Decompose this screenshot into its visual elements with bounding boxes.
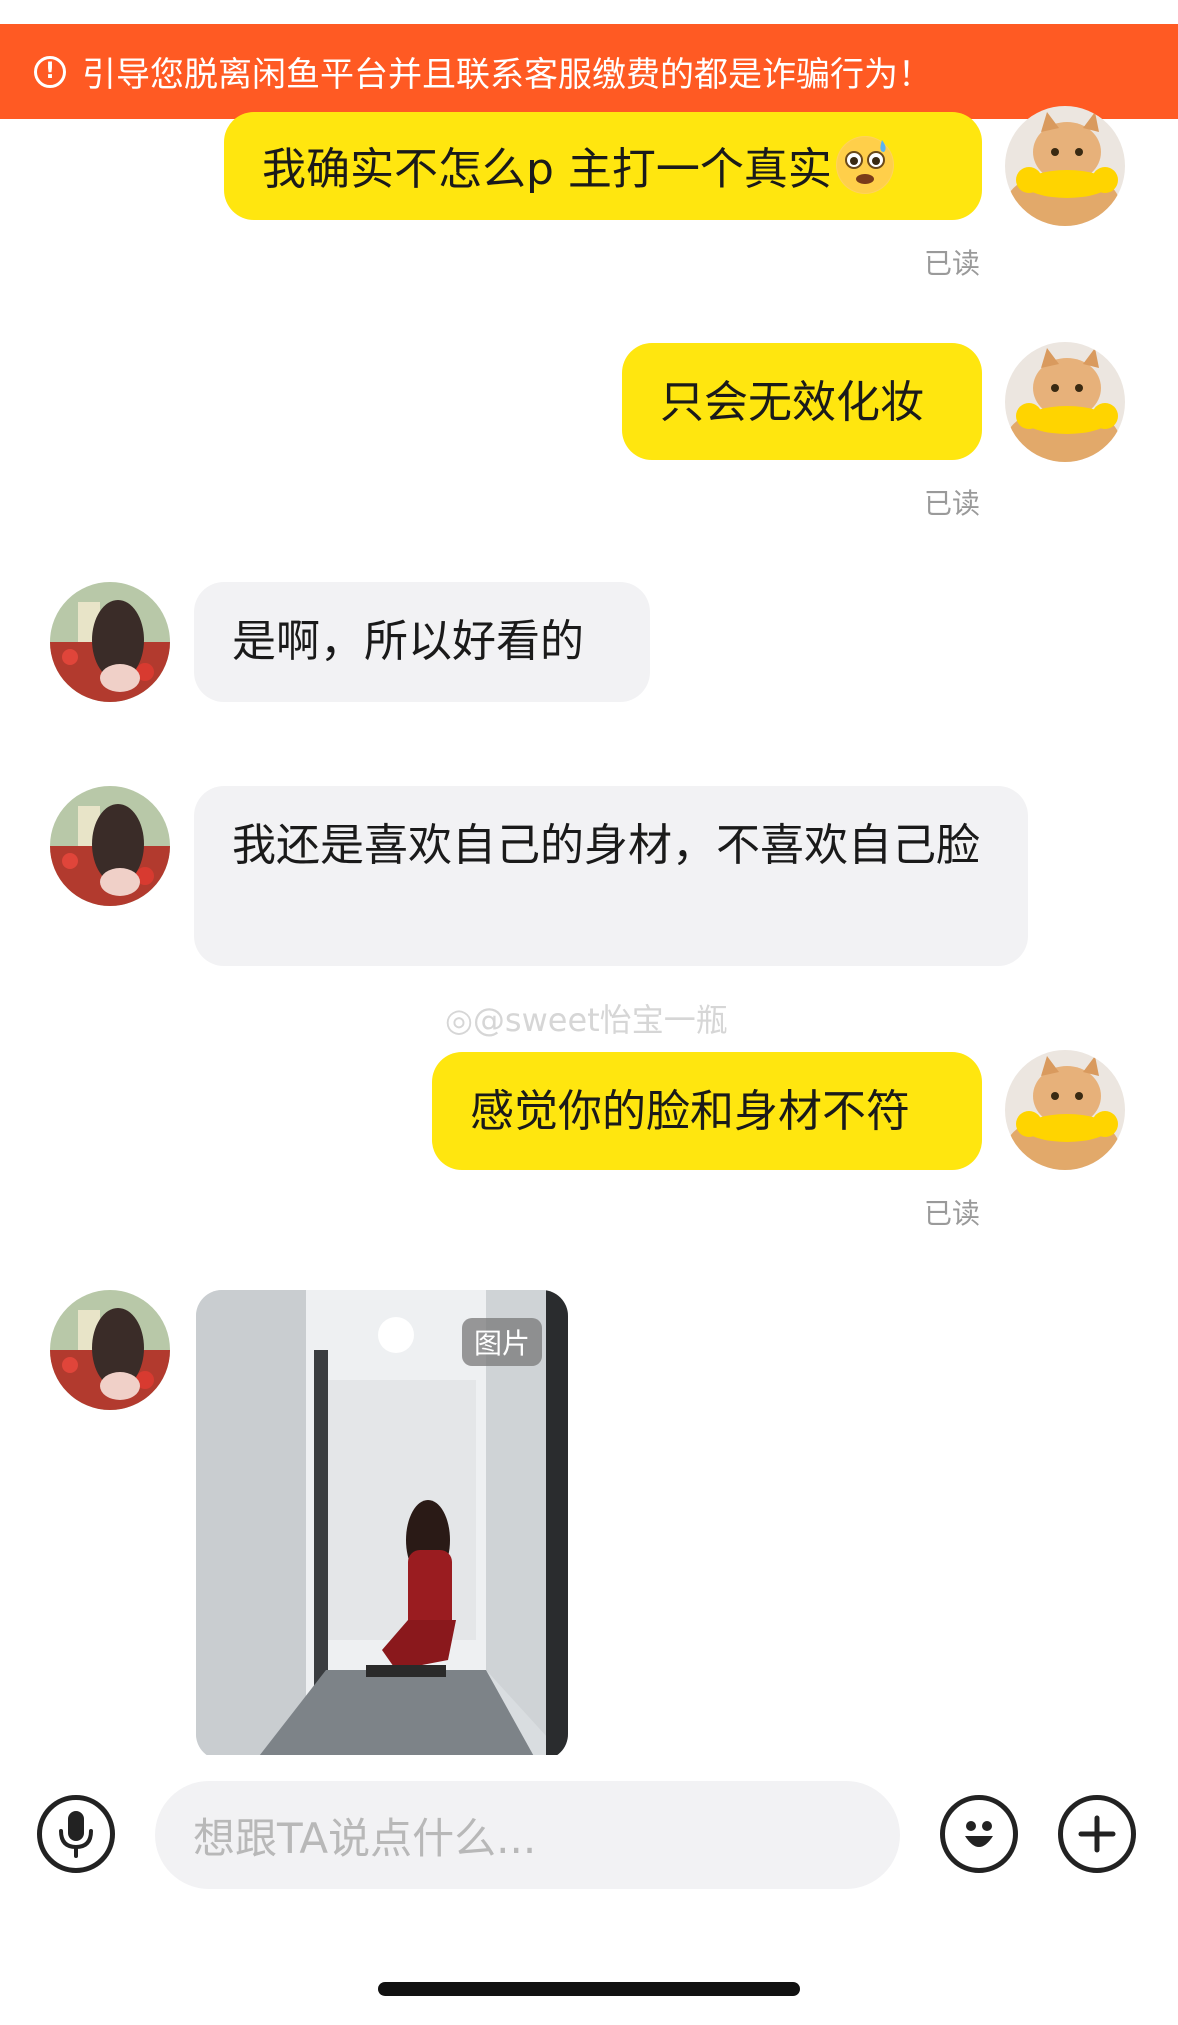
my-avatar-cat[interactable] (1005, 342, 1125, 462)
read-status: 已读 (924, 247, 981, 280)
image-tag: 图片 (461, 1318, 542, 1366)
home-indicator[interactable] (378, 1982, 800, 1996)
read-status: 已读 (924, 487, 981, 520)
contact-avatar[interactable] (50, 582, 170, 702)
smiley-icon (965, 1821, 993, 1847)
more-button[interactable] (1058, 1795, 1136, 1873)
my-avatar-cat[interactable] (1005, 1050, 1125, 1170)
message-input[interactable]: 想跟TA说点什么... (155, 1781, 900, 1889)
watermark-text: @sweet怡宝一瓶 (472, 1001, 728, 1039)
microphone-icon (59, 1811, 93, 1858)
contact-avatar[interactable] (50, 786, 170, 906)
input-placeholder: 想跟TA说点什么... (193, 1813, 537, 1863)
my-avatar-cat[interactable] (1005, 106, 1125, 226)
message-text: 我还是喜欢自己的身材，不喜欢自己脸 (232, 820, 980, 871)
message-text: 是啊，所以好看的 (232, 616, 584, 667)
weibo-icon: ◎ (445, 1001, 473, 1039)
contact-avatar[interactable] (50, 1290, 170, 1410)
watermark: ◎@sweet怡宝一瓶 (445, 995, 728, 1041)
incoming-message[interactable]: 是啊，所以好看的 (194, 582, 650, 702)
warning-text: 引导您脱离闲鱼平台并且联系客服缴费的都是诈骗行为！ (82, 55, 932, 95)
outgoing-message[interactable]: 感觉你的脸和身材不符 (432, 1052, 982, 1170)
message-text: 感觉你的脸和身材不符 (470, 1086, 910, 1137)
incoming-message[interactable]: 我还是喜欢自己的身材，不喜欢自己脸 (194, 786, 1028, 966)
plus-icon (1078, 1815, 1116, 1853)
fraud-warning-banner: ! 引导您脱离闲鱼平台并且联系客服缴费的都是诈骗行为！ (0, 24, 1178, 119)
message-text: 我确实不怎么p 主打一个真实 (262, 144, 832, 195)
message-text: 只会无效化妆 (660, 377, 924, 428)
voice-button[interactable] (37, 1795, 115, 1873)
outgoing-message[interactable]: 只会无效化妆 (622, 343, 982, 460)
anxious-face-emoji (835, 136, 894, 194)
read-status: 已读 (924, 1197, 981, 1230)
emoji-button[interactable] (940, 1795, 1018, 1873)
outgoing-message[interactable]: 我确实不怎么p 主打一个真实 (224, 112, 982, 220)
warning-circle-icon: ! (34, 55, 66, 88)
image-message[interactable]: 图片 (196, 1290, 568, 1760)
